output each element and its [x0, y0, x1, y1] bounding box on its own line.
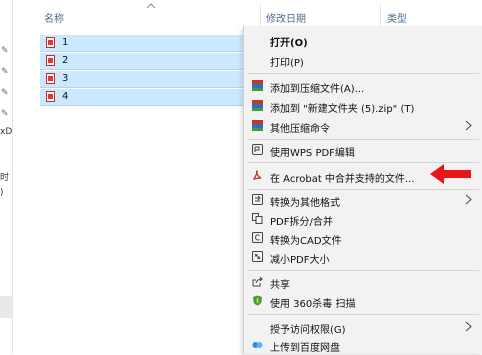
- pin-icon: ✎: [1, 109, 9, 119]
- menu-item-add-archive[interactable]: 添加到压缩文件(A)...: [244, 76, 482, 96]
- menu-item-pdf-split-merge[interactable]: PDF拆分/合并: [244, 209, 482, 229]
- column-header-modified[interactable]: 修改日期: [266, 10, 306, 25]
- chevron-up-icon: [146, 3, 156, 9]
- menu-item-label: 转换为其他格式: [270, 198, 340, 209]
- menu-item-add-named-archive[interactable]: 添加到 "新建文件夹 (5).zip" (T): [244, 96, 482, 116]
- menu-item-label: 上传到百度网盘: [270, 343, 340, 354]
- chevron-right-icon: [465, 321, 472, 332]
- menu-item-label: 转换为CAD文件: [270, 236, 342, 247]
- red-arrow-icon: [430, 164, 471, 184]
- menu-item-label: PDF拆分/合并: [270, 217, 333, 228]
- menu-separator: [248, 73, 479, 74]
- chevron-right-icon: [465, 194, 472, 205]
- 360-shield-icon: [253, 295, 262, 306]
- menu-item-label: 添加到压缩文件(A)...: [270, 84, 365, 95]
- convert-format-icon: [252, 194, 263, 205]
- menu-item-share[interactable]: 共享: [244, 272, 482, 292]
- reduce-pdf-icon: [252, 251, 263, 262]
- file-row[interactable]: 2: [40, 53, 244, 70]
- menu-item-convert-cad[interactable]: 转换为CAD文件: [244, 228, 482, 248]
- menu-item-print[interactable]: 打印(P): [244, 50, 482, 70]
- navigation-pane: ✎ ✎ ✎ ✎ xD 时 ): [0, 0, 12, 354]
- file-name: 2: [62, 55, 69, 66]
- cad-icon: [252, 232, 263, 243]
- file-row[interactable]: 3: [40, 71, 244, 88]
- menu-item-label: 减小PDF大小: [270, 255, 330, 266]
- column-header-type[interactable]: 类型: [387, 10, 407, 25]
- wps-pdf-icon: [252, 144, 263, 155]
- file-name: 1: [62, 37, 69, 48]
- menu-item-label: 在 Acrobat 中合并支持的文件...: [270, 174, 415, 185]
- winrar-archive-icon: [252, 100, 263, 111]
- acrobat-icon: [253, 170, 262, 180]
- winrar-archive-icon: [252, 120, 263, 131]
- pane-divider: [12, 0, 13, 354]
- menu-separator: [248, 314, 479, 315]
- menu-item-upload-baidu[interactable]: 上传到百度网盘: [244, 335, 482, 355]
- baidu-netdisk-icon: [252, 342, 263, 348]
- menu-item-label: 添加到 "新建文件夹 (5).zip" (T): [270, 104, 415, 115]
- pdf-file-icon: [46, 73, 55, 84]
- pdf-file-icon: [46, 55, 55, 66]
- nav-item-fragment[interactable]: ): [0, 188, 4, 198]
- pdf-split-icon: [252, 213, 263, 224]
- pdf-file-icon: [46, 37, 55, 48]
- menu-item-wps-pdf-edit[interactable]: 使用WPS PDF编辑: [244, 140, 482, 160]
- menu-item-label: 共享: [270, 280, 290, 291]
- menu-item-label: 使用WPS PDF编辑: [270, 148, 355, 159]
- share-icon: [252, 276, 263, 287]
- menu-item-label: 打开(O): [270, 38, 308, 49]
- nav-item-fragment[interactable]: 时: [0, 170, 9, 183]
- winrar-archive-icon: [252, 80, 263, 91]
- context-menu: 打开(O) 打印(P) 添加到压缩文件(A)... 添加到 "新建文件夹 (5)…: [243, 26, 482, 354]
- file-name: 4: [62, 91, 69, 102]
- menu-item-grant-access[interactable]: 授予访问权限(G): [244, 317, 482, 337]
- nav-item-selected[interactable]: [0, 296, 12, 318]
- menu-item-open[interactable]: 打开(O): [244, 30, 482, 50]
- menu-item-label: 授予访问权限(G): [270, 325, 346, 336]
- nav-item-fragment[interactable]: xD: [0, 127, 12, 137]
- menu-item-label: 使用 360杀毒 扫描: [270, 299, 356, 310]
- pin-icon: ✎: [1, 46, 9, 56]
- chevron-right-icon: [465, 120, 472, 131]
- menu-separator: [248, 270, 479, 271]
- menu-item-reduce-pdf[interactable]: 减小PDF大小: [244, 247, 482, 267]
- menu-item-scan-360[interactable]: 使用 360杀毒 扫描: [244, 291, 482, 311]
- menu-item-label: 打印(P): [270, 58, 304, 69]
- file-name: 3: [62, 73, 69, 84]
- file-row[interactable]: 4: [40, 89, 244, 106]
- menu-item-convert-other[interactable]: 转换为其他格式: [244, 190, 482, 210]
- pin-icon: ✎: [1, 88, 9, 98]
- pdf-file-icon: [46, 91, 55, 102]
- pin-icon: ✎: [1, 67, 9, 77]
- file-row[interactable]: 1: [40, 35, 244, 52]
- menu-item-label: 其他压缩命令: [270, 124, 330, 135]
- column-header-name[interactable]: 名称: [44, 10, 64, 25]
- menu-item-other-compress[interactable]: 其他压缩命令: [244, 116, 482, 136]
